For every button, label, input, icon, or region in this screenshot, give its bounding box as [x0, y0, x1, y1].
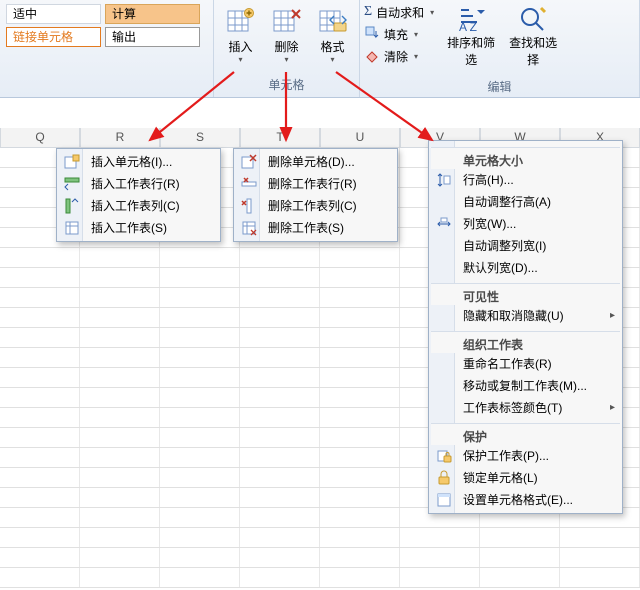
move-copy-sheet-item[interactable]: 移动或复制工作表(M)...: [431, 375, 620, 397]
section-visibility: 可见性: [431, 283, 620, 305]
delete-col-icon: [240, 197, 258, 215]
protect-sheet-icon: [435, 447, 453, 465]
section-organize: 组织工作表: [431, 331, 620, 353]
protect-sheet-item[interactable]: 保护工作表(P)...: [431, 445, 620, 467]
style-linkcell[interactable]: 链接单元格: [6, 27, 101, 47]
styles-group: 适中 计算 链接单元格 输出: [0, 0, 214, 97]
find-select-button[interactable]: 查找和选择: [504, 2, 562, 70]
lock-icon: [435, 469, 453, 487]
format-button[interactable]: 格式 ▾: [311, 4, 355, 67]
default-colw-item[interactable]: 默认列宽(D)...: [431, 257, 620, 279]
insert-col-icon: [63, 197, 81, 215]
col-r[interactable]: R: [80, 128, 160, 148]
cells-group: 插入 ▾ 删除 ▾ 格式 ▾ 单元格: [214, 0, 360, 97]
format-cells-icon: [317, 7, 349, 37]
clear-button[interactable]: 清除▾: [364, 46, 434, 66]
style-normal[interactable]: 适中: [6, 4, 101, 24]
section-cellsize: 单元格大小: [431, 147, 620, 169]
delete-button[interactable]: 删除 ▾: [265, 4, 309, 67]
sigma-icon: Σ: [364, 4, 372, 20]
insert-sheet-item[interactable]: 插入工作表(S): [59, 217, 218, 239]
insert-col-item[interactable]: 插入工作表列(C): [59, 195, 218, 217]
delete-col-item[interactable]: 删除工作表列(C): [236, 195, 395, 217]
sort-filter-button[interactable]: A Z 排序和筛选: [442, 2, 500, 70]
editing-group: Σ 自动求和▾ 填充▾ 清除▾ A Z 排序和筛选: [360, 0, 640, 97]
col-width-icon: [435, 215, 453, 233]
style-output[interactable]: 输出: [105, 27, 200, 47]
insert-cells-icon: [225, 7, 257, 37]
insert-cells-item[interactable]: 插入单元格(I)...: [59, 151, 218, 173]
style-calc[interactable]: 计算: [105, 4, 200, 24]
autofit-rowh-item[interactable]: 自动调整行高(A): [431, 191, 620, 213]
col-s[interactable]: S: [160, 128, 240, 148]
chevron-down-icon: ▾: [238, 55, 242, 64]
eraser-icon: [364, 47, 380, 66]
row-height-item[interactable]: 行高(H)...: [431, 169, 620, 191]
find-icon: [517, 4, 549, 34]
delete-row-item[interactable]: 删除工作表行(R): [236, 173, 395, 195]
rename-sheet-item[interactable]: 重命名工作表(R): [431, 353, 620, 375]
format-cells-item[interactable]: 设置单元格格式(E)...: [431, 489, 620, 511]
fill-button[interactable]: 填充▾: [364, 24, 434, 44]
col-width-item[interactable]: 列宽(W)...: [431, 213, 620, 235]
tab-color-item[interactable]: 工作表标签颜色(T): [431, 397, 620, 419]
fill-down-icon: [364, 25, 380, 44]
insert-cells-icon: [63, 153, 81, 171]
col-q[interactable]: Q: [0, 128, 80, 148]
delete-cells-item[interactable]: 删除单元格(D)...: [236, 151, 395, 173]
insert-row-icon: [63, 175, 81, 193]
delete-menu: 删除单元格(D)... 删除工作表行(R) 删除工作表列(C) 删除工作表(S): [233, 148, 398, 242]
insert-button[interactable]: 插入 ▾: [219, 4, 263, 67]
insert-row-item[interactable]: 插入工作表行(R): [59, 173, 218, 195]
edit-group-label: 编辑: [364, 76, 635, 97]
cells-group-label: 单元格: [214, 74, 359, 95]
insert-sheet-icon: [63, 219, 81, 237]
delete-sheet-icon: [240, 219, 258, 237]
delete-cells-icon: [271, 7, 303, 37]
format-dialog-icon: [435, 491, 453, 509]
delete-cells-icon: [240, 153, 258, 171]
col-t[interactable]: T: [240, 128, 320, 148]
insert-menu: 插入单元格(I)... 插入工作表行(R) 插入工作表列(C) 插入工作表(S): [56, 148, 221, 242]
sort-filter-icon: A Z: [455, 4, 487, 34]
ribbon: 适中 计算 链接单元格 输出 插入 ▾ 删除 ▾: [0, 0, 640, 98]
delete-row-icon: [240, 175, 258, 193]
section-protect: 保护: [431, 423, 620, 445]
autosum-button[interactable]: Σ 自动求和▾: [364, 2, 434, 22]
lock-cell-item[interactable]: 锁定单元格(L): [431, 467, 620, 489]
svg-text:A Z: A Z: [459, 20, 477, 34]
chevron-down-icon: ▾: [284, 55, 288, 64]
delete-sheet-item[interactable]: 删除工作表(S): [236, 217, 395, 239]
chevron-down-icon: ▾: [330, 55, 334, 64]
row-height-icon: [435, 171, 453, 189]
hide-unhide-item[interactable]: 隐藏和取消隐藏(U): [431, 305, 620, 327]
format-menu: 单元格大小 行高(H)... 自动调整行高(A) 列宽(W)... 自动调整列宽…: [428, 140, 623, 514]
col-u[interactable]: U: [320, 128, 400, 148]
autofit-colw-item[interactable]: 自动调整列宽(I): [431, 235, 620, 257]
